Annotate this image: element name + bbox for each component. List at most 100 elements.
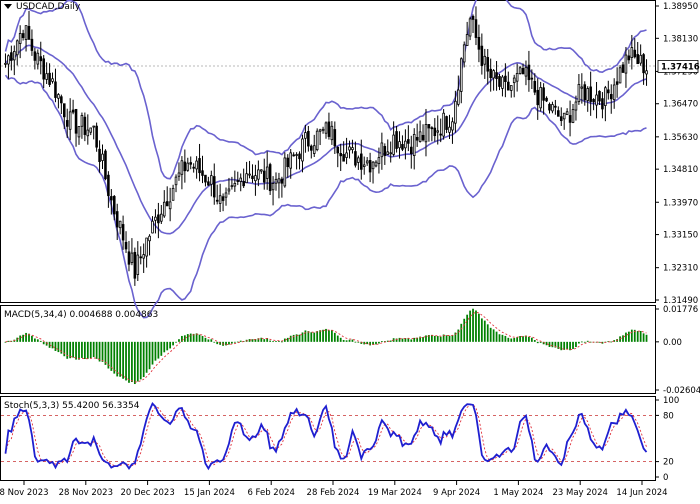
- candle-up: [501, 76, 504, 89]
- macd-bar: [489, 327, 492, 342]
- price-tick-label: 1.36470: [663, 100, 698, 110]
- candle-up: [509, 85, 513, 91]
- candle-up: [318, 129, 322, 132]
- candle-down: [83, 116, 87, 135]
- candle-down: [198, 158, 201, 174]
- candle-down: [212, 176, 216, 198]
- macd-bar: [628, 331, 630, 342]
- candle-down: [627, 55, 631, 61]
- candle-up: [4, 62, 7, 65]
- candle-down: [504, 75, 507, 83]
- candle-down: [486, 57, 490, 72]
- candle-down: [642, 54, 645, 74]
- candle-down: [583, 84, 587, 101]
- candle-up: [230, 185, 234, 188]
- macd-bar: [128, 341, 130, 383]
- macd-bar: [566, 341, 569, 350]
- candle-down: [542, 87, 545, 101]
- macd-bar: [181, 335, 183, 342]
- macd-bar: [75, 341, 77, 360]
- macd-bar: [136, 341, 139, 382]
- candle-up: [92, 125, 95, 128]
- candle-up: [539, 87, 542, 109]
- candle-down: [489, 68, 492, 79]
- stoch-panel-title: Stoch(5,3,3) 55.4200 56.3354: [4, 401, 139, 411]
- candle-up: [195, 160, 198, 170]
- candle-up: [257, 169, 260, 180]
- candle-down: [30, 38, 34, 51]
- macd-bar: [307, 331, 310, 342]
- macd-bar: [378, 341, 380, 344]
- candle-up: [565, 111, 569, 116]
- candle-up: [277, 178, 281, 184]
- macd-bar: [451, 335, 454, 342]
- macd-bar: [445, 335, 448, 342]
- candle-down: [471, 15, 475, 20]
- candle-up: [524, 66, 528, 77]
- candle-up: [180, 160, 184, 175]
- macd-bar: [572, 341, 574, 349]
- candle-up: [645, 70, 648, 75]
- candle-up: [245, 173, 248, 184]
- macd-bar: [216, 341, 219, 345]
- macd-bar: [186, 334, 189, 342]
- macd-bar: [166, 341, 169, 351]
- macd-bar: [322, 329, 324, 342]
- candle-up: [451, 121, 454, 131]
- candle-down: [201, 170, 204, 176]
- macd-bar: [142, 341, 145, 378]
- price-y-axis: 1.389501.381301.372901.364701.356301.348…: [655, 2, 700, 306]
- candle-up: [160, 213, 163, 222]
- stoch-tick-label: 20: [663, 458, 674, 468]
- stoch-main-line: [4, 402, 648, 471]
- candle-up: [612, 84, 616, 101]
- macd-bar: [551, 341, 554, 348]
- candle-up: [577, 83, 581, 103]
- candle-up: [24, 25, 28, 41]
- candle-down: [530, 77, 534, 80]
- candle-up: [162, 201, 166, 217]
- candle-down: [63, 103, 66, 118]
- candle-up: [254, 175, 257, 182]
- candle-down: [474, 19, 478, 38]
- macd-bar: [39, 340, 42, 342]
- stoch-tick-label: 100: [663, 396, 679, 406]
- macd-bar: [483, 320, 486, 342]
- candle-up: [639, 54, 642, 64]
- macd-bar: [625, 332, 627, 342]
- price-tick-label: 1.34810: [663, 165, 698, 175]
- macd-bar: [328, 330, 330, 342]
- candle-up: [580, 86, 584, 89]
- macd-bar: [342, 339, 345, 342]
- candle-up: [154, 216, 157, 221]
- candle-up: [151, 220, 154, 234]
- candle-down: [27, 25, 31, 40]
- dropdown-triangle-icon[interactable]: [4, 4, 12, 9]
- candle-down: [204, 174, 207, 183]
- candle-up: [7, 55, 10, 65]
- macd-bar: [304, 330, 307, 342]
- candle-down: [54, 81, 57, 98]
- macd-bar: [51, 341, 54, 349]
- candle-down: [477, 36, 481, 50]
- macd-bar: [36, 339, 39, 342]
- macd-bar: [516, 337, 519, 342]
- candle-down: [633, 49, 637, 58]
- time-tick-label: 28 Nov 2023: [59, 488, 113, 498]
- candle-up: [365, 160, 369, 164]
- current-price-label: 1.37416: [661, 62, 700, 72]
- macd-bar: [522, 336, 524, 342]
- candle-down: [48, 72, 51, 85]
- macd-bar: [486, 324, 489, 342]
- macd-bar: [622, 335, 624, 342]
- candle-up: [562, 112, 566, 120]
- candle-up: [315, 130, 319, 151]
- macd-bar: [463, 318, 466, 342]
- macd-bar: [413, 337, 416, 342]
- candle-down: [568, 115, 572, 123]
- candle-up: [210, 175, 213, 185]
- candle-down: [407, 139, 410, 144]
- candle-up: [283, 157, 287, 187]
- macd-bar: [169, 341, 172, 349]
- candle-up: [492, 70, 495, 79]
